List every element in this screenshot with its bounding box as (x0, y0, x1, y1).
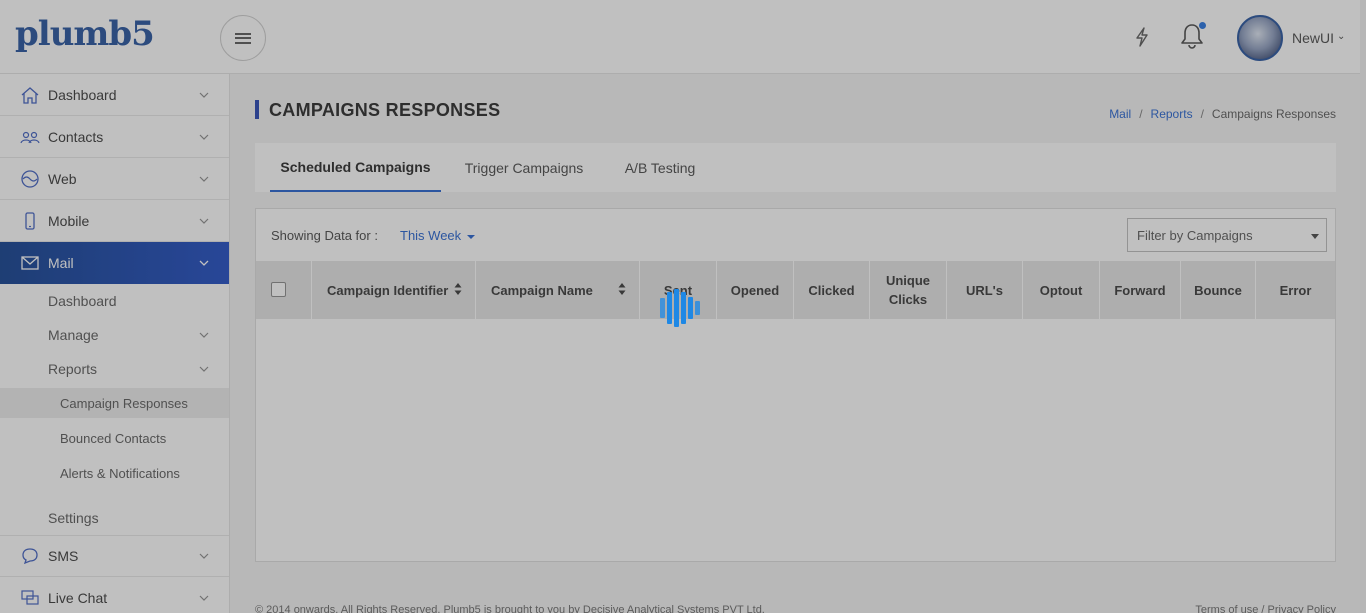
loading-spinner (660, 289, 702, 327)
